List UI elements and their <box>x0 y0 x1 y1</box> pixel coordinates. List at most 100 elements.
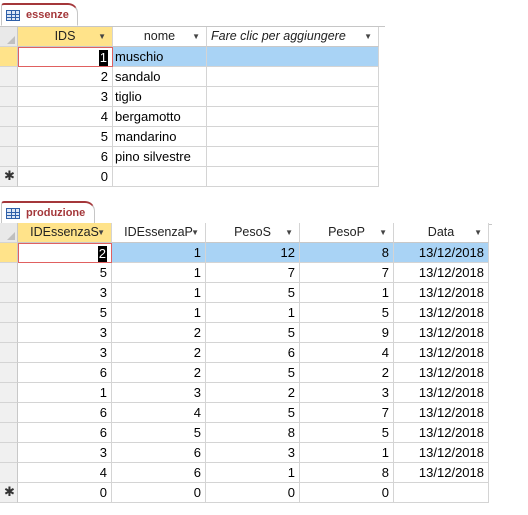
select-all-button[interactable] <box>0 223 18 243</box>
cell-data[interactable]: 13/12/2018 <box>394 263 489 283</box>
cell-idessenzap[interactable]: 2 <box>112 343 206 363</box>
cell-idessenzas[interactable]: 3 <box>18 343 112 363</box>
cell-empty[interactable] <box>207 87 379 107</box>
cell-nome[interactable]: sandalo <box>113 67 207 87</box>
cell-data[interactable]: 13/12/2018 <box>394 423 489 443</box>
cell-pesop[interactable]: 3 <box>300 383 394 403</box>
dropdown-arrow-icon[interactable]: ▼ <box>285 223 293 242</box>
cell-idessenzap[interactable]: 2 <box>112 363 206 383</box>
cell-idessenzas[interactable]: 0 <box>18 483 112 503</box>
cell-pesop[interactable]: 2 <box>300 363 394 383</box>
cell-pesos[interactable]: 8 <box>206 423 300 443</box>
cell-nome[interactable]: pino silvestre <box>113 147 207 167</box>
cell-idessenzap[interactable]: 5 <box>112 423 206 443</box>
cell-idessenzap[interactable]: 6 <box>112 463 206 483</box>
cell-pesop[interactable]: 1 <box>300 283 394 303</box>
cell-nome[interactable]: tiglio <box>113 87 207 107</box>
cell-pesos[interactable]: 5 <box>206 363 300 383</box>
cell-ids[interactable]: 4 <box>18 107 113 127</box>
cell-pesop[interactable]: 1 <box>300 443 394 463</box>
dropdown-arrow-icon[interactable]: ▼ <box>191 223 199 242</box>
row-selector[interactable] <box>0 423 18 443</box>
column-header-idessenzap[interactable]: IDEssenzaP ▼ <box>112 223 206 243</box>
row-selector[interactable] <box>0 107 18 127</box>
cell-nome[interactable] <box>113 167 207 187</box>
cell-empty[interactable] <box>207 167 379 187</box>
cell-idessenzap[interactable]: 6 <box>112 443 206 463</box>
row-selector[interactable] <box>0 243 18 263</box>
dropdown-arrow-icon[interactable]: ▼ <box>97 223 105 242</box>
cell-ids[interactable]: 0 <box>18 167 113 187</box>
column-header-pesop[interactable]: PesoP ▼ <box>300 223 394 243</box>
cell-idessenzas[interactable]: 6 <box>18 423 112 443</box>
row-selector[interactable]: ✱ <box>0 483 18 503</box>
cell-pesop[interactable]: 7 <box>300 263 394 283</box>
cell-pesop[interactable]: 4 <box>300 343 394 363</box>
row-selector[interactable] <box>0 283 18 303</box>
cell-pesos[interactable]: 6 <box>206 343 300 363</box>
cell-idessenzap[interactable]: 0 <box>112 483 206 503</box>
row-selector[interactable] <box>0 343 18 363</box>
row-selector[interactable] <box>0 303 18 323</box>
cell-idessenzap[interactable]: 1 <box>112 283 206 303</box>
cell-pesos[interactable]: 5 <box>206 323 300 343</box>
row-selector[interactable] <box>0 127 18 147</box>
cell-idessenzas[interactable]: 2 <box>18 243 112 263</box>
cell-pesos[interactable]: 7 <box>206 263 300 283</box>
column-header-idessenzas[interactable]: IDEssenzaS ▼ <box>18 223 112 243</box>
cell-pesop[interactable]: 9 <box>300 323 394 343</box>
cell-idessenzap[interactable]: 1 <box>112 303 206 323</box>
cell-nome[interactable]: mandarino <box>113 127 207 147</box>
dropdown-arrow-icon[interactable]: ▼ <box>98 27 106 46</box>
cell-empty[interactable] <box>207 47 379 67</box>
cell-idessenzap[interactable]: 1 <box>112 243 206 263</box>
cell-idessenzas[interactable]: 1 <box>18 383 112 403</box>
cell-pesos[interactable]: 3 <box>206 443 300 463</box>
cell-ids[interactable]: 1 <box>18 47 113 67</box>
select-all-button[interactable] <box>0 27 18 47</box>
cell-empty[interactable] <box>207 127 379 147</box>
cell-pesop[interactable]: 8 <box>300 463 394 483</box>
cell-data[interactable]: 13/12/2018 <box>394 383 489 403</box>
cell-data[interactable]: 13/12/2018 <box>394 443 489 463</box>
column-header-pesos[interactable]: PesoS ▼ <box>206 223 300 243</box>
column-header-nome[interactable]: nome ▼ <box>113 27 207 47</box>
dropdown-arrow-icon[interactable]: ▼ <box>364 27 372 46</box>
cell-ids[interactable]: 3 <box>18 87 113 107</box>
cell-data[interactable]: 13/12/2018 <box>394 463 489 483</box>
row-selector[interactable] <box>0 403 18 423</box>
cell-pesos[interactable]: 1 <box>206 463 300 483</box>
produzione-tab[interactable]: produzione <box>1 201 95 224</box>
cell-idessenzap[interactable]: 4 <box>112 403 206 423</box>
cell-nome[interactable]: bergamotto <box>113 107 207 127</box>
cell-ids[interactable]: 6 <box>18 147 113 167</box>
cell-pesop[interactable]: 5 <box>300 303 394 323</box>
cell-data[interactable] <box>394 483 489 503</box>
essenze-tab[interactable]: essenze <box>1 3 78 26</box>
cell-empty[interactable] <box>207 147 379 167</box>
row-selector[interactable] <box>0 87 18 107</box>
row-selector[interactable] <box>0 47 18 67</box>
cell-empty[interactable] <box>207 107 379 127</box>
cell-idessenzap[interactable]: 2 <box>112 323 206 343</box>
cell-idessenzas[interactable]: 3 <box>18 443 112 463</box>
cell-nome[interactable]: muschio <box>113 47 207 67</box>
cell-empty[interactable] <box>207 67 379 87</box>
cell-idessenzap[interactable]: 3 <box>112 383 206 403</box>
cell-data[interactable]: 13/12/2018 <box>394 243 489 263</box>
cell-data[interactable]: 13/12/2018 <box>394 363 489 383</box>
cell-pesop[interactable]: 5 <box>300 423 394 443</box>
cell-idessenzas[interactable]: 5 <box>18 263 112 283</box>
row-selector[interactable] <box>0 323 18 343</box>
cell-pesos[interactable]: 5 <box>206 403 300 423</box>
dropdown-arrow-icon[interactable]: ▼ <box>379 223 387 242</box>
row-selector[interactable] <box>0 463 18 483</box>
cell-pesos[interactable]: 1 <box>206 303 300 323</box>
cell-pesos[interactable]: 2 <box>206 383 300 403</box>
cell-idessenzas[interactable]: 4 <box>18 463 112 483</box>
cell-pesop[interactable]: 0 <box>300 483 394 503</box>
cell-data[interactable]: 13/12/2018 <box>394 343 489 363</box>
row-selector[interactable]: ✱ <box>0 167 18 187</box>
row-selector[interactable] <box>0 263 18 283</box>
cell-idessenzas[interactable]: 3 <box>18 323 112 343</box>
